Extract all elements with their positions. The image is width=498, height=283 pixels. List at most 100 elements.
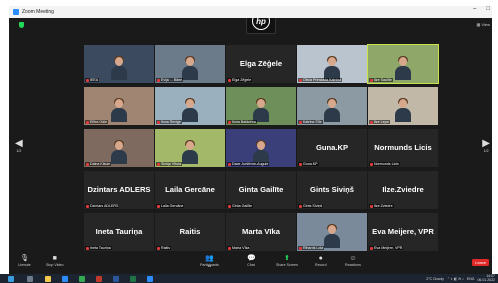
participant-video <box>324 98 340 122</box>
participant-tile[interactable]: Guna.KP Guna.KP <box>297 129 367 167</box>
chat-icon: 💬 <box>247 255 256 262</box>
stop-video-button[interactable]: ■ Stop Video <box>46 255 64 267</box>
participant-tile[interactable]: IEEA <box>84 45 154 83</box>
muted-microphone-icon <box>86 78 89 82</box>
excel-icon[interactable] <box>130 275 136 282</box>
participant-video <box>253 140 269 164</box>
participant-name: Rihards Loļa <box>303 246 324 250</box>
participant-tile[interactable]: Ilze Lepa <box>368 87 438 125</box>
file-explorer-icon[interactable] <box>45 275 51 282</box>
participant-video <box>111 98 127 122</box>
muted-microphone-icon <box>157 204 160 208</box>
leave-button[interactable]: Leave <box>472 259 489 266</box>
previous-page-button[interactable]: ◀ 1/2 <box>15 138 23 153</box>
desktop-screen: Zoom Meeting – □ hp ▦ View ◀ 1/2 ▶ 1/2 I… <box>0 0 498 283</box>
participant-video <box>395 56 411 80</box>
participant-tile[interactable]: Eva Meijere, VPR Eva Meijere, VPR <box>368 213 438 251</box>
unmute-button[interactable]: 🎙 Unmute <box>18 255 31 267</box>
participants-icon: 👥25 <box>205 255 215 268</box>
record-button[interactable]: ● Record <box>315 255 327 267</box>
participant-display-name: Ilze.Zviedre <box>382 185 424 194</box>
participant-tile[interactable]: Marta Vīka Marta Vīka <box>226 213 296 251</box>
participant-name: Olivia Prinstada Kalniņa <box>303 78 342 82</box>
microphone-muted-icon: 🎙 <box>20 255 30 262</box>
participant-tile[interactable]: Ilze.Zviedre Ilze.Zviedre <box>368 171 438 209</box>
participant-name: Sintija Vītola <box>161 162 181 166</box>
participant-tile[interactable]: Normunds Licis Normunds Licis <box>368 129 438 167</box>
participant-tile[interactable]: Olivia Prinstada Kalniņa <box>297 45 367 83</box>
participant-name-label: Dzintars ADLERS <box>85 204 120 208</box>
participant-tile[interactable]: Ilona Baldzena <box>226 87 296 125</box>
participant-tile[interactable]: Ilona Ševige <box>155 87 225 125</box>
participant-display-name: Dzintars ADLERS <box>87 185 151 194</box>
participant-name-label: Raitis <box>156 246 171 250</box>
edge-icon[interactable] <box>62 275 68 282</box>
muted-microphone-icon <box>370 120 373 124</box>
participant-display-name: Elga Zēģele <box>239 59 283 68</box>
participant-tile[interactable]: Ilze Saulīte <box>367 44 439 84</box>
participant-display-name: Gints Siviņš <box>310 185 354 194</box>
participant-tile[interactable]: Raitis Raitis <box>155 213 225 251</box>
participant-name-label: Elītra Odle <box>85 120 108 124</box>
participant-tile[interactable]: Gints Siviņš Gints Sīviņš <box>297 171 367 209</box>
language-indicator[interactable]: ENG <box>467 277 475 281</box>
weather-text[interactable]: 2°C Cloudy <box>426 277 444 281</box>
participant-name: Laila Gercāne <box>161 204 184 208</box>
encryption-shield-icon[interactable] <box>19 22 24 28</box>
participant-tile[interactable]: Dace Juršēvne-Augule <box>226 129 296 167</box>
participant-tile[interactable]: Dzintars ADLERS Dzintars ADLERS <box>84 171 154 209</box>
participant-name: Evija ... Bāne <box>161 78 183 82</box>
participant-tile[interactable]: Sintija Vītola <box>155 129 225 167</box>
office-icon[interactable] <box>96 275 102 282</box>
windows-start-icon[interactable] <box>8 275 14 282</box>
chat-button[interactable]: 💬 Chat <box>247 255 256 267</box>
participant-tile[interactable]: Elītra Odle <box>84 87 154 125</box>
participant-name-label: Ilze Lepa <box>369 120 390 124</box>
participant-name-label: Rihards Loļa <box>298 246 325 250</box>
zoom-taskbar-icon[interactable] <box>147 275 153 282</box>
maximize-button[interactable]: □ <box>486 6 490 12</box>
participant-video <box>324 56 340 80</box>
participant-tile[interactable]: Daina Kikule <box>84 129 154 167</box>
participant-tile[interactable]: Elga Zēģele Elga Zēģele <box>226 45 296 83</box>
zoom-logo-icon <box>13 9 19 15</box>
participant-tile[interactable]: Laila Gercāne Laila Gercāne <box>155 171 225 209</box>
participant-name: Marta Vīka <box>232 246 250 250</box>
participant-tile[interactable]: Rihards Loļa <box>297 213 367 251</box>
participant-tile[interactable]: Ginta Gailīte Ginta Gailīte <box>226 171 296 209</box>
chat-label: Chat <box>247 263 255 267</box>
participant-name: Guna.KP <box>303 162 318 166</box>
view-button[interactable]: ▦ View <box>477 22 491 27</box>
reactions-button[interactable]: ☺ Reactions <box>345 255 361 267</box>
participant-name-label: Ilona Ševige <box>156 120 182 124</box>
share-screen-button[interactable]: ⬆ Share Screen <box>276 255 298 267</box>
muted-microphone-icon <box>157 162 160 166</box>
participant-name-label: Elga Zēģele <box>227 78 253 82</box>
participant-name: Raitis <box>161 246 170 250</box>
window-title: Zoom Meeting <box>22 9 54 15</box>
muted-microphone-icon <box>299 204 302 208</box>
participant-tile[interactable]: Ineta Tauriņa Ineta Tauriņa <box>84 213 154 251</box>
participants-button[interactable]: 👥25 Participants <box>200 255 219 268</box>
participant-display-name: Normunds Licis <box>374 143 432 152</box>
next-page-button[interactable]: ▶ 1/2 <box>482 138 490 153</box>
participant-tile[interactable]: Katrina Sīle <box>297 87 367 125</box>
participant-display-name: Eva Meijere, VPR <box>372 227 434 236</box>
reactions-icon: ☺ <box>349 255 357 262</box>
muted-microphone-icon <box>299 246 302 250</box>
participant-name-label: Normunds Licis <box>369 162 400 166</box>
page-indicator-right: 1/2 <box>483 149 489 153</box>
search-icon[interactable] <box>27 275 33 282</box>
participant-tile[interactable]: Evija ... Bāne <box>155 45 225 83</box>
tray-icons[interactable]: ⌃ ◐ ◧ ✉ ♪ <box>447 277 464 281</box>
participant-display-name: Raitis <box>179 227 201 236</box>
clock[interactable]: 14:07 06.01.2022 <box>477 274 495 282</box>
participant-name-label: Marta Vīka <box>227 246 251 250</box>
participant-name-label: Guna.KP <box>298 162 319 166</box>
muted-microphone-icon <box>86 120 89 124</box>
word-icon[interactable] <box>113 275 119 282</box>
muted-microphone-icon <box>228 246 231 250</box>
participant-name-label: Ginta Gailīte <box>227 204 253 208</box>
minimize-button[interactable]: – <box>473 6 476 12</box>
chrome-icon[interactable] <box>79 275 85 282</box>
